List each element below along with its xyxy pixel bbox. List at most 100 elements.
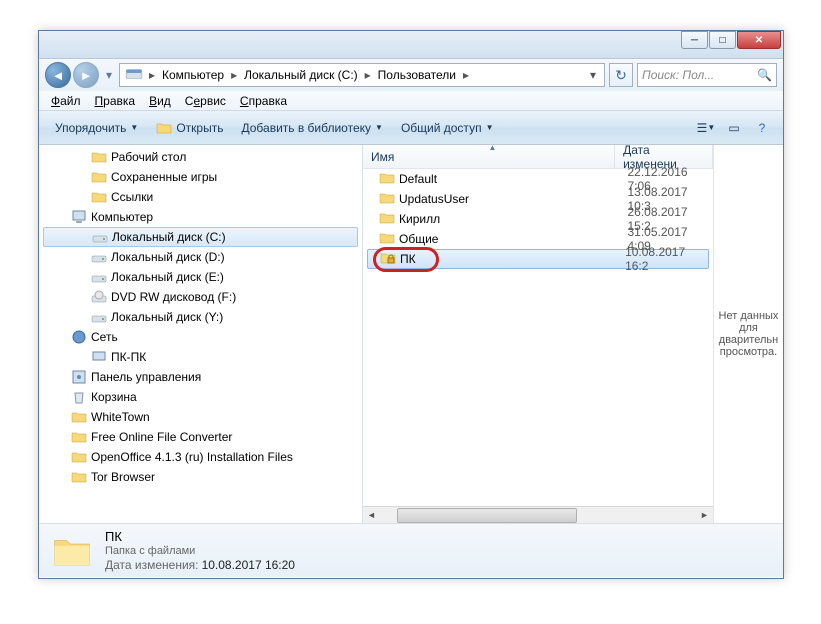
tree-label: Рабочий стол [111,150,186,164]
refresh-button[interactable]: ↻ [609,63,633,87]
folder-icon [379,210,395,229]
file-rows[interactable]: Default22.12.2016 7:06UpdatusUser13.08.2… [363,169,713,506]
drive-icon [91,269,107,285]
menubar: Файл Правка Вид Сервис Справка [39,91,783,111]
toolbar: Упорядочить▼ Открыть Добавить в библиоте… [39,111,783,145]
view-mode-button[interactable]: ☰▼ [693,116,719,140]
tree-node[interactable]: Сеть [39,327,362,347]
organize-button[interactable]: Упорядочить▼ [47,118,146,138]
address-drop[interactable]: ▾ [584,64,602,86]
tree-node[interactable]: WhiteTown [39,407,362,427]
nav-history-drop[interactable]: ▾ [103,62,115,88]
menu-file[interactable]: Файл [45,93,87,109]
trash-icon [71,389,87,405]
search-input[interactable]: Поиск: Пол... 🔍 [637,63,777,87]
scroll-thumb[interactable] [397,508,577,523]
address-bar[interactable]: ▸ Компьютер ▸ Локальный диск (C:) ▸ Поль… [119,63,605,87]
tree-node[interactable]: Корзина [39,387,362,407]
tree-label: DVD RW дисковод (F:) [111,290,236,304]
file-list: Имя▲ Дата изменени Default22.12.2016 7:0… [363,145,713,523]
details-subtitle: Папка с файлами [105,545,295,557]
tree-label: Локальный диск (D:) [111,250,225,264]
open-button[interactable]: Открыть [148,117,231,139]
tree-label: Free Online File Converter [91,430,232,444]
tree-node[interactable]: Рабочий стол [39,147,362,167]
scroll-right-icon[interactable]: ► [696,507,713,524]
tree-label: WhiteTown [91,410,150,424]
tree-node[interactable]: DVD RW дисковод (F:) [39,287,362,307]
folder-icon [379,170,395,189]
tree-label: Сеть [91,330,118,344]
tree-node[interactable]: Free Online File Converter [39,427,362,447]
sort-asc-icon: ▲ [489,143,497,152]
h-scrollbar[interactable]: ◄ ► [363,506,713,523]
nav-row: ◄ ► ▾ ▸ Компьютер ▸ Локальный диск (C:) … [39,59,783,91]
col-name[interactable]: Имя▲ [363,145,615,169]
scroll-left-icon[interactable]: ◄ [363,507,380,524]
tree-node[interactable]: Локальный диск (E:) [39,267,362,287]
menu-help[interactable]: Справка [234,93,293,109]
tree-label: Ссылки [111,190,153,204]
forward-button[interactable]: ► [73,62,99,88]
drive-icon [125,66,143,84]
close-button[interactable]: ✕ [737,31,781,49]
tree-node[interactable]: OpenOffice 4.1.3 (ru) Installation Files [39,447,362,467]
file-row[interactable]: ПК10.08.2017 16:2 [367,249,709,269]
folder-icon [71,429,87,445]
nav-tree[interactable]: Рабочий стол Сохраненные игры Ссылки Компью… [39,145,363,523]
breadcrumb-arrow[interactable]: ▸ [460,64,472,86]
pc-icon [91,349,107,365]
folder-icon [71,409,87,425]
minimize-button[interactable]: ─ [681,31,708,49]
cpanel-icon [71,369,87,385]
folder-icon [91,149,107,165]
tree-label: Сохраненные игры [111,170,217,184]
folder-icon [379,230,395,249]
file-date: 10.08.2017 16:2 [617,245,708,273]
menu-view[interactable]: Вид [143,93,177,109]
tree-label: ПК-ПК [111,350,146,364]
titlebar[interactable]: ─ □ ✕ [39,31,783,59]
tree-label: Локальный диск (C:) [112,230,226,244]
share-button[interactable]: Общий доступ▼ [393,118,502,138]
tree-label: Локальный диск (E:) [111,270,224,284]
search-placeholder: Поиск: Пол... [642,68,714,82]
tree-label: Tor Browser [91,470,155,484]
drive-icon [91,309,107,325]
tree-node[interactable]: Локальный диск (Y:) [39,307,362,327]
open-folder-icon [156,120,172,136]
tree-node[interactable]: Сохраненные игры [39,167,362,187]
search-icon: 🔍 [757,68,772,82]
tree-node[interactable]: Панель управления [39,367,362,387]
help-button[interactable]: ? [749,116,775,140]
tree-node[interactable]: Компьютер [39,207,362,227]
tree-label: Панель управления [91,370,201,384]
tree-node[interactable]: Tor Browser [39,467,362,487]
breadcrumb-arrow[interactable]: ▸ [146,64,158,86]
breadcrumb-item[interactable]: Компьютер [158,64,228,86]
dvd-icon [91,289,107,305]
explorer-window: ─ □ ✕ ◄ ► ▾ ▸ Компьютер ▸ Локальный диск… [38,30,784,579]
breadcrumb-arrow[interactable]: ▸ [228,64,240,86]
tree-label: Компьютер [91,210,153,224]
menu-edit[interactable]: Правка [89,93,142,109]
maximize-button[interactable]: □ [709,31,736,49]
file-name: ПК [400,252,416,266]
file-name: Общие [399,232,438,246]
add-to-library-button[interactable]: Добавить в библиотеку▼ [233,118,390,138]
breadcrumb-item[interactable]: Локальный диск (C:) [240,64,362,86]
preview-pane-button[interactable]: ▭ [721,116,747,140]
breadcrumb-arrow[interactable]: ▸ [362,64,374,86]
folder-icon [71,469,87,485]
file-name: Кирилл [399,212,440,226]
tree-node[interactable]: ПК-ПК [39,347,362,367]
back-button[interactable]: ◄ [45,62,71,88]
tree-node[interactable]: Локальный диск (D:) [39,247,362,267]
tree-node[interactable]: Локальный диск (C:) [43,227,358,247]
menu-tools[interactable]: Сервис [179,93,232,109]
tree-node[interactable]: Ссылки [39,187,362,207]
drive-icon [91,249,107,265]
breadcrumb-item[interactable]: Пользователи [374,64,460,86]
drive-icon [92,229,108,245]
tree-label: Локальный диск (Y:) [111,310,223,324]
